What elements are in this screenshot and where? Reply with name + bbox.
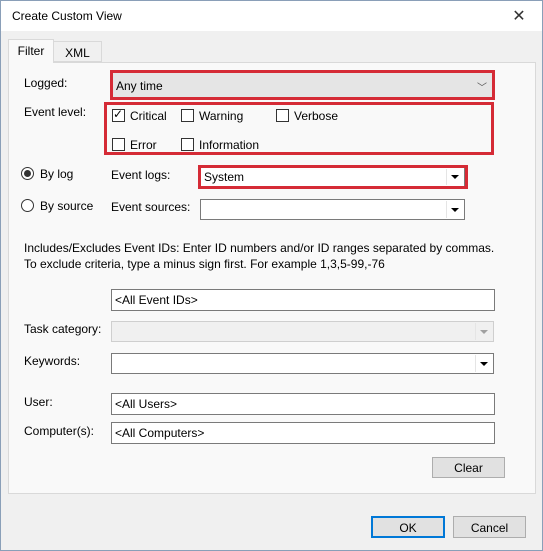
- logged-label: Logged:: [24, 76, 68, 90]
- close-icon: ✕: [512, 8, 526, 25]
- logged-highlight: [110, 70, 495, 100]
- task-category-dropdown[interactable]: [111, 321, 494, 342]
- title-bar: Create Custom View ✕: [1, 1, 542, 31]
- tab-filter-label: Filter: [17, 44, 45, 58]
- ok-button[interactable]: OK: [371, 516, 445, 538]
- information-label: Information: [199, 138, 260, 152]
- critical-checkbox[interactable]: ✓: [112, 107, 125, 122]
- event-logs-highlight: [198, 165, 468, 189]
- clear-button-label: Clear: [454, 461, 483, 475]
- task-category-label: Task category:: [24, 322, 102, 336]
- critical-label: Critical: [130, 109, 167, 123]
- user-input[interactable]: <All Users>: [111, 393, 495, 415]
- warning-checkbox[interactable]: [181, 109, 194, 122]
- event-ids-description: Includes/Excludes Event IDs: Enter ID nu…: [24, 241, 495, 271]
- event-ids-value: <All Event IDs>: [115, 293, 198, 307]
- user-value: <All Users>: [115, 397, 178, 411]
- error-label: Error: [130, 138, 157, 152]
- keywords-dropdown[interactable]: [111, 353, 494, 374]
- by-source-label: By source: [40, 199, 94, 213]
- dialog-title: Create Custom View: [12, 9, 122, 23]
- tab-filter[interactable]: Filter: [8, 39, 54, 63]
- create-custom-view-dialog: Create Custom View ✕ Filter XML Logged: …: [0, 0, 543, 551]
- event-sources-dropdown[interactable]: [200, 199, 465, 220]
- keywords-label: Keywords:: [24, 354, 81, 368]
- chevron-down-icon: [475, 323, 492, 340]
- event-ids-input[interactable]: <All Event IDs>: [111, 289, 495, 311]
- event-sources-label: Event sources:: [111, 200, 191, 214]
- computers-value: <All Computers>: [115, 426, 205, 440]
- tab-xml[interactable]: XML: [54, 41, 102, 62]
- cancel-button[interactable]: Cancel: [453, 516, 526, 538]
- verbose-label: Verbose: [294, 109, 339, 123]
- by-log-radio[interactable]: [21, 167, 34, 180]
- user-label: User:: [24, 395, 53, 409]
- checkmark-icon: ✓: [113, 107, 124, 121]
- chevron-down-icon[interactable]: [446, 201, 463, 218]
- by-log-label: By log: [40, 167, 74, 181]
- verbose-checkbox[interactable]: [276, 109, 289, 122]
- radio-selected-dot: [24, 170, 31, 177]
- error-checkbox[interactable]: [112, 138, 125, 151]
- close-button[interactable]: ✕: [496, 1, 542, 31]
- computers-label: Computer(s):: [24, 424, 95, 438]
- chevron-down-icon[interactable]: [475, 355, 492, 372]
- cancel-button-label: Cancel: [470, 521, 509, 535]
- warning-label: Warning: [199, 109, 244, 123]
- event-level-label: Event level:: [24, 105, 87, 119]
- ok-button-label: OK: [399, 521, 417, 535]
- event-logs-label: Event logs:: [111, 168, 171, 182]
- by-source-radio[interactable]: [21, 199, 34, 212]
- computers-input[interactable]: <All Computers>: [111, 422, 495, 444]
- tab-xml-label: XML: [65, 46, 90, 60]
- information-checkbox[interactable]: [181, 138, 194, 151]
- clear-button[interactable]: Clear: [432, 457, 505, 478]
